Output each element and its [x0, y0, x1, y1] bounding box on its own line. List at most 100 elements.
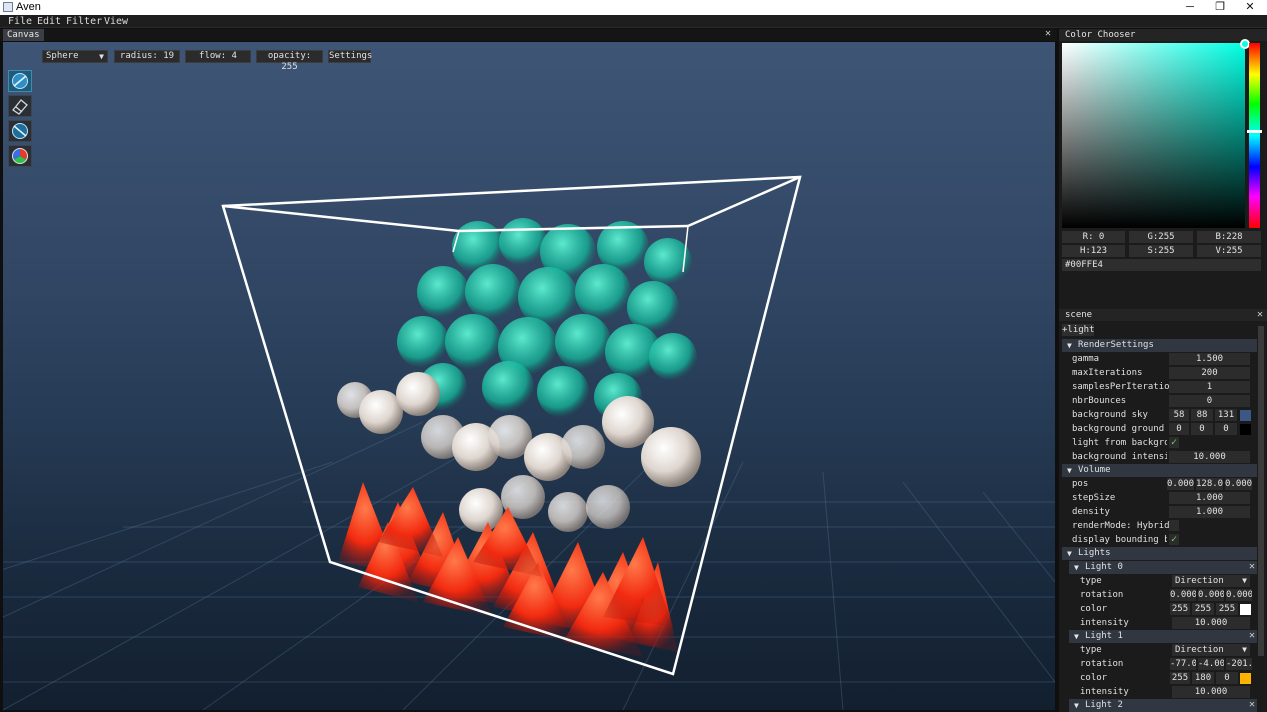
- pos-x-input[interactable]: 0.000: [1167, 478, 1194, 490]
- menu-file[interactable]: File: [8, 15, 32, 28]
- render-settings-header[interactable]: ▼ RenderSettings: [1062, 339, 1257, 352]
- add-light-button[interactable]: +light: [1062, 324, 1095, 336]
- light-1-type-dropdown[interactable]: Direction ▼: [1172, 644, 1250, 656]
- menu-view[interactable]: View: [104, 15, 128, 28]
- flow-slider[interactable]: flow: 4: [185, 50, 251, 63]
- light-from-background-label: light from backgrou: [1072, 438, 1167, 448]
- light-0-r-input[interactable]: 255: [1170, 603, 1190, 615]
- window-title-bar: Aven ─ ❐ ✕: [0, 0, 1267, 15]
- color-picker-tool-button[interactable]: [8, 145, 32, 167]
- eraser-tool-button[interactable]: [8, 95, 32, 117]
- light-0-color-swatch[interactable]: [1240, 604, 1251, 615]
- light-0-type-value: Direction: [1175, 576, 1224, 586]
- collapse-arrow-icon: ▼: [1067, 549, 1072, 558]
- canvas-viewport[interactable]: Sphere ▼ radius: 19 flow: 4 opacity: 255…: [3, 42, 1055, 710]
- render-mode-checkbox[interactable]: [1169, 520, 1179, 531]
- light-2-remove-button[interactable]: ✕: [1249, 699, 1255, 711]
- radius-slider[interactable]: radius: 19: [114, 50, 180, 63]
- light-0-rot-x-input[interactable]: 0.000: [1170, 589, 1196, 601]
- light-1-g-input[interactable]: 180: [1192, 672, 1214, 684]
- opacity-slider[interactable]: opacity: 255: [256, 50, 323, 72]
- light-0-title: Light 0: [1085, 562, 1123, 572]
- right-panel: Color Chooser R: 0 G:255 B:228 H:123 S:2…: [1059, 29, 1267, 712]
- ground-b-input[interactable]: 0: [1215, 423, 1237, 435]
- red-field[interactable]: R: 0: [1062, 231, 1125, 243]
- hue-field[interactable]: H:123: [1062, 245, 1125, 257]
- light-1-intensity-input[interactable]: 10.000: [1172, 686, 1250, 698]
- density-label: density: [1072, 507, 1110, 517]
- light-1-remove-button[interactable]: ✕: [1249, 630, 1255, 642]
- saturation-value-picker[interactable]: [1062, 43, 1245, 228]
- light-0-intensity-input[interactable]: 10.000: [1172, 617, 1250, 629]
- light-0-g-input[interactable]: 255: [1192, 603, 1214, 615]
- scene-close-button[interactable]: ✕: [1257, 309, 1263, 321]
- menu-edit[interactable]: Edit: [37, 15, 61, 28]
- canvas-close-button[interactable]: ✕: [1045, 28, 1051, 40]
- brush-shape-dropdown[interactable]: Sphere ▼: [42, 50, 108, 63]
- ground-r-input[interactable]: 0: [1169, 423, 1189, 435]
- sky-r-input[interactable]: 58: [1169, 409, 1189, 421]
- chevron-down-icon: ▼: [1242, 645, 1247, 654]
- light-0-header[interactable]: ▼ Light 0 ✕: [1069, 561, 1257, 574]
- green-field[interactable]: G:255: [1129, 231, 1193, 243]
- background-intensity-input[interactable]: 10.000: [1169, 451, 1250, 463]
- light-0-rot-y-input[interactable]: 0.000: [1198, 589, 1224, 601]
- light-0-intensity-label: intensity: [1080, 618, 1129, 628]
- hex-field[interactable]: #00FFE4: [1062, 259, 1261, 271]
- app-icon: [3, 2, 13, 12]
- scene-scrollbar[interactable]: [1258, 326, 1264, 656]
- sky-g-input[interactable]: 88: [1191, 409, 1213, 421]
- sky-color-swatch[interactable]: [1240, 410, 1251, 421]
- volume-header[interactable]: ▼ Volume: [1062, 464, 1257, 477]
- pos-z-input[interactable]: 0.000: [1225, 478, 1252, 490]
- light-from-background-checkbox[interactable]: ✓: [1169, 437, 1179, 448]
- lights-header[interactable]: ▼ Lights: [1062, 547, 1257, 560]
- light-1-rot-z-input[interactable]: -201.(: [1226, 658, 1252, 670]
- smudge-tool-button[interactable]: [8, 120, 32, 142]
- samples-input[interactable]: 1: [1169, 381, 1250, 393]
- scene-render: [3, 175, 1055, 710]
- ground-color-swatch[interactable]: [1240, 424, 1251, 435]
- maximize-button[interactable]: ❐: [1205, 0, 1235, 15]
- brush-tool-button[interactable]: [8, 70, 32, 92]
- max-iterations-label: maxIterations: [1072, 368, 1143, 378]
- color-picker-tool-icon: [12, 148, 28, 164]
- window-title: Aven: [16, 1, 41, 13]
- hue-slider[interactable]: [1249, 43, 1260, 228]
- light-0-remove-button[interactable]: ✕: [1249, 561, 1255, 573]
- blue-field[interactable]: B:228: [1197, 231, 1261, 243]
- background-sky-label: background sky: [1072, 410, 1148, 420]
- saturation-field[interactable]: S:255: [1129, 245, 1193, 257]
- light-1-rot-x-input[interactable]: -77.0(: [1170, 658, 1196, 670]
- light-1-rotation-label: rotation: [1080, 659, 1124, 669]
- value-field[interactable]: V:255: [1197, 245, 1261, 257]
- step-size-input[interactable]: 1.000: [1169, 492, 1250, 504]
- close-window-button[interactable]: ✕: [1235, 0, 1265, 15]
- chevron-down-icon: ▼: [1242, 576, 1247, 585]
- light-0-rot-z-input[interactable]: 0.000: [1226, 589, 1252, 601]
- light-0-type-dropdown[interactable]: Direction ▼: [1172, 575, 1250, 587]
- light-1-r-input[interactable]: 255: [1170, 672, 1190, 684]
- gamma-input[interactable]: 1.500: [1169, 353, 1250, 365]
- scene-header: scene ✕: [1059, 309, 1267, 321]
- bounces-input[interactable]: 0: [1169, 395, 1250, 407]
- light-1-intensity-label: intensity: [1080, 687, 1129, 697]
- tab-canvas[interactable]: Canvas: [3, 29, 44, 41]
- menu-bar: File Edit Filter View: [0, 15, 1267, 28]
- light-1-b-input[interactable]: 0: [1216, 672, 1238, 684]
- settings-button[interactable]: Settings: [328, 50, 372, 63]
- menu-filter[interactable]: Filter: [66, 15, 102, 28]
- light-1-header[interactable]: ▼ Light 1 ✕: [1069, 630, 1257, 643]
- light-1-rot-y-input[interactable]: -4.000: [1198, 658, 1224, 670]
- minimize-button[interactable]: ─: [1175, 0, 1205, 15]
- ground-g-input[interactable]: 0: [1191, 423, 1213, 435]
- display-bounding-box-checkbox[interactable]: ✓: [1169, 534, 1179, 545]
- light-2-header[interactable]: ▼ Light 2 ✕: [1069, 699, 1257, 712]
- light-0-b-input[interactable]: 255: [1216, 603, 1238, 615]
- sky-b-input[interactable]: 131: [1215, 409, 1237, 421]
- pos-y-input[interactable]: 128.0(: [1196, 478, 1223, 490]
- hue-marker[interactable]: [1247, 130, 1262, 133]
- light-1-color-swatch[interactable]: [1240, 673, 1251, 684]
- max-iterations-input[interactable]: 200: [1169, 367, 1250, 379]
- density-input[interactable]: 1.000: [1169, 506, 1250, 518]
